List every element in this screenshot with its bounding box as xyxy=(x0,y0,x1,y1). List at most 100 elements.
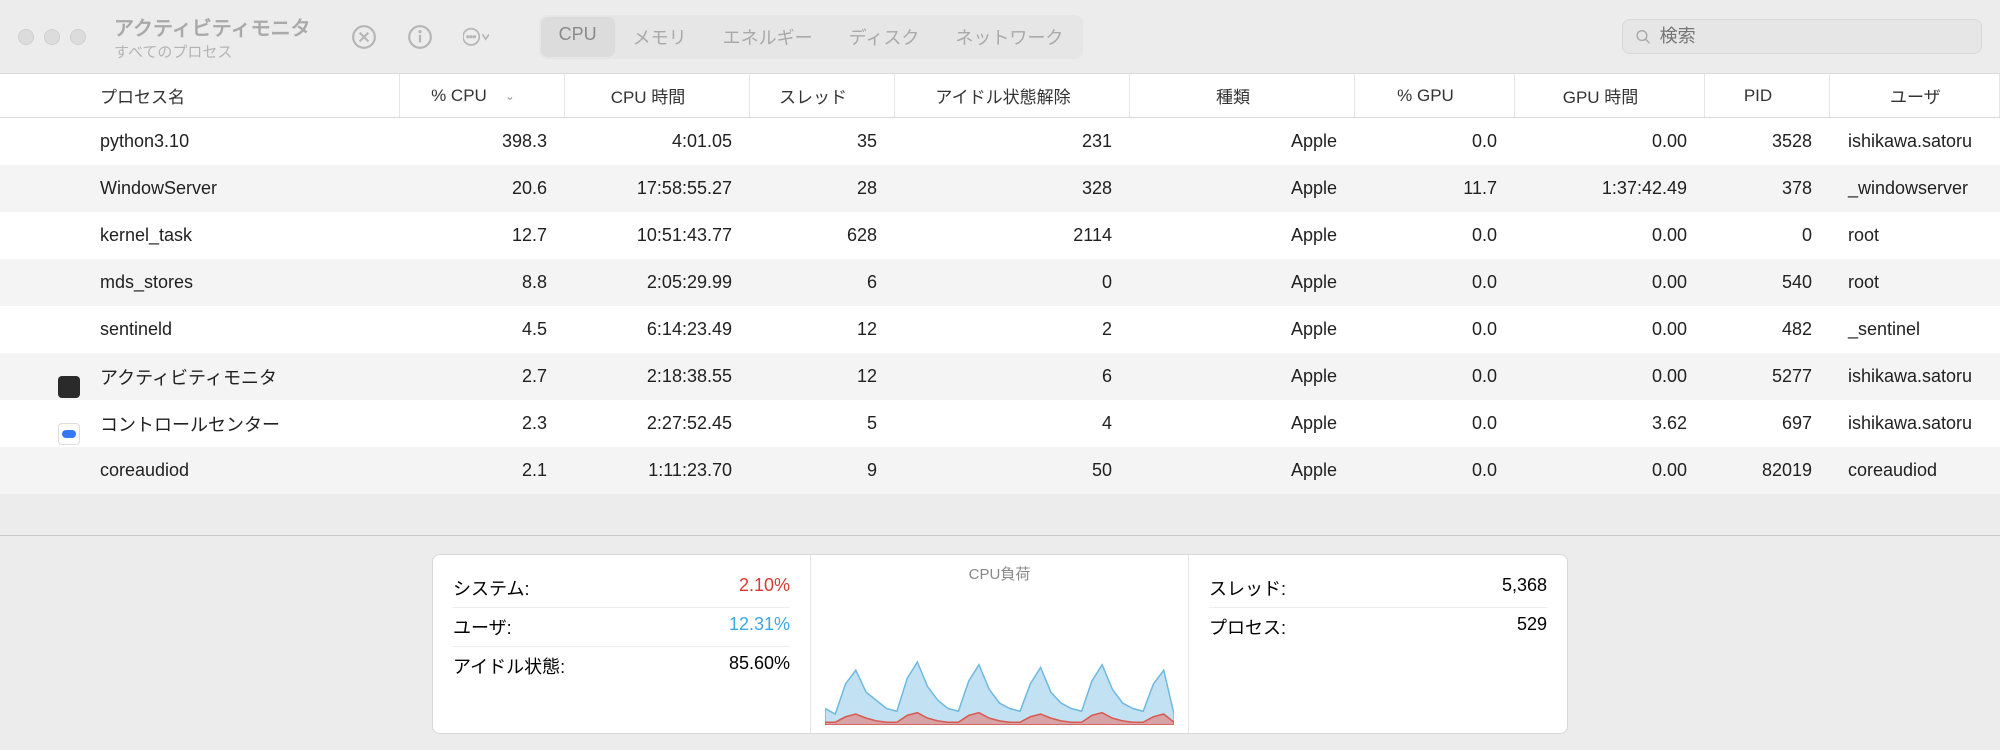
cell-threads: 28 xyxy=(750,178,895,199)
col-threads[interactable]: スレッド xyxy=(750,74,895,117)
cell-gput: 0.00 xyxy=(1515,460,1705,481)
col-gpu-time[interactable]: GPU 時間 xyxy=(1515,74,1705,117)
tab-memory[interactable]: メモリ xyxy=(615,17,705,57)
cell-gpu: 11.7 xyxy=(1355,178,1515,199)
cell-time: 10:51:43.77 xyxy=(565,225,750,246)
table-row[interactable]: coreaudiod2.11:11:23.70950Apple0.00.0082… xyxy=(0,447,2000,494)
col-cpu-time[interactable]: CPU 時間 xyxy=(565,74,750,117)
cell-threads: 5 xyxy=(750,413,895,434)
cell-pid: 3528 xyxy=(1705,131,1830,152)
cell-idle: 231 xyxy=(895,131,1130,152)
cell-pid: 0 xyxy=(1705,225,1830,246)
process-list: python3.10398.34:01.0535231Apple0.00.003… xyxy=(0,118,2000,494)
stop-process-icon[interactable] xyxy=(351,24,377,50)
cell-name: kernel_task xyxy=(0,225,400,246)
zoom-icon[interactable] xyxy=(70,29,86,45)
cell-user: root xyxy=(1830,272,2000,293)
cell-name: coreaudiod xyxy=(0,460,400,481)
system-value: 2.10% xyxy=(739,575,790,601)
cell-time: 2:27:52.45 xyxy=(565,413,750,434)
cell-kind: Apple xyxy=(1130,319,1355,340)
window-subtitle: すべてのプロセス xyxy=(114,41,311,62)
cell-idle: 6 xyxy=(895,366,1130,387)
cpu-summary-right: スレッド:5,368 プロセス:529 xyxy=(1189,555,1567,733)
cell-cpu: 8.8 xyxy=(400,272,565,293)
tab-energy[interactable]: エネルギー xyxy=(705,17,831,57)
cell-pid: 540 xyxy=(1705,272,1830,293)
minimize-icon[interactable] xyxy=(44,29,60,45)
close-icon[interactable] xyxy=(18,29,34,45)
idle-label: アイドル状態: xyxy=(453,653,565,679)
table-row[interactable]: python3.10398.34:01.0535231Apple0.00.003… xyxy=(0,118,2000,165)
system-label: システム: xyxy=(453,575,529,601)
cell-cpu: 12.7 xyxy=(400,225,565,246)
search-box[interactable] xyxy=(1622,19,1982,54)
cell-user: _sentinel xyxy=(1830,319,2000,340)
col-idle-wake[interactable]: アイドル状態解除 xyxy=(895,74,1130,117)
cell-pid: 482 xyxy=(1705,319,1830,340)
cell-cpu: 2.3 xyxy=(400,413,565,434)
cell-name: sentineld xyxy=(0,319,400,340)
cell-idle: 328 xyxy=(895,178,1130,199)
cell-kind: Apple xyxy=(1130,413,1355,434)
col-cpu-percent[interactable]: % CPU⌄ xyxy=(400,74,565,117)
search-input[interactable] xyxy=(1660,26,1969,47)
procs-label: プロセス: xyxy=(1209,614,1286,640)
cell-name: アクティビティモニタ xyxy=(0,364,400,390)
cell-threads: 6 xyxy=(750,272,895,293)
chart-title: CPU負荷 xyxy=(825,563,1174,584)
window-title: アクティビティモニタ xyxy=(114,12,311,41)
cell-kind: Apple xyxy=(1130,272,1355,293)
cell-time: 2:05:29.99 xyxy=(565,272,750,293)
user-label: ユーザ: xyxy=(453,614,512,640)
table-row[interactable]: アクティビティモニタ2.72:18:38.55126Apple0.00.0052… xyxy=(0,353,2000,400)
cell-time: 2:18:38.55 xyxy=(565,366,750,387)
cell-gpu: 0.0 xyxy=(1355,225,1515,246)
cell-gpu: 0.0 xyxy=(1355,319,1515,340)
cell-user: ishikawa.satoru xyxy=(1830,413,2000,434)
column-headers: プロセス名 % CPU⌄ CPU 時間 スレッド アイドル状態解除 種類 % G… xyxy=(0,74,2000,118)
cpu-load-chart xyxy=(825,588,1174,725)
cpu-load-chart-panel: CPU負荷 xyxy=(811,555,1189,733)
table-row[interactable]: kernel_task12.710:51:43.776282114Apple0.… xyxy=(0,212,2000,259)
col-gpu-percent[interactable]: % GPU xyxy=(1355,74,1515,117)
cell-gpu: 0.0 xyxy=(1355,272,1515,293)
cell-idle: 4 xyxy=(895,413,1130,434)
window-controls xyxy=(18,29,86,45)
user-value: 12.31% xyxy=(729,614,790,640)
table-row[interactable]: mds_stores8.82:05:29.9960Apple0.00.00540… xyxy=(0,259,2000,306)
cell-pid: 697 xyxy=(1705,413,1830,434)
cell-gput: 0.00 xyxy=(1515,225,1705,246)
cell-gput: 0.00 xyxy=(1515,366,1705,387)
cell-time: 1:11:23.70 xyxy=(565,460,750,481)
cell-name: mds_stores xyxy=(0,272,400,293)
table-row[interactable]: WindowServer20.617:58:55.2728328Apple11.… xyxy=(0,165,2000,212)
sort-indicator-icon: ⌄ xyxy=(505,89,515,103)
tab-disk[interactable]: ディスク xyxy=(831,17,938,57)
info-icon[interactable] xyxy=(407,24,433,50)
threads-value: 5,368 xyxy=(1502,575,1547,601)
cell-gpu: 0.0 xyxy=(1355,460,1515,481)
app-icon xyxy=(58,423,80,445)
cell-cpu: 398.3 xyxy=(400,131,565,152)
table-row[interactable]: sentineld4.56:14:23.49122Apple0.00.00482… xyxy=(0,306,2000,353)
col-process-name[interactable]: プロセス名 xyxy=(0,74,400,117)
table-row[interactable]: コントロールセンター2.32:27:52.4554Apple0.03.62697… xyxy=(0,400,2000,447)
cell-cpu: 20.6 xyxy=(400,178,565,199)
cell-kind: Apple xyxy=(1130,225,1355,246)
tab-network[interactable]: ネットワーク xyxy=(937,17,1081,57)
cell-cpu: 2.1 xyxy=(400,460,565,481)
cpu-summary-left: システム:2.10% ユーザ:12.31% アイドル状態:85.60% xyxy=(433,555,811,733)
procs-value: 529 xyxy=(1517,614,1547,640)
cell-kind: Apple xyxy=(1130,460,1355,481)
col-pid[interactable]: PID xyxy=(1705,74,1830,117)
titlebar: アクティビティモニタ すべてのプロセス CPU メモリ エネルギー ディスク ネ… xyxy=(0,0,2000,74)
cell-name: WindowServer xyxy=(0,178,400,199)
cell-idle: 2114 xyxy=(895,225,1130,246)
more-options-icon[interactable] xyxy=(463,24,489,50)
cell-kind: Apple xyxy=(1130,366,1355,387)
col-kind[interactable]: 種類 xyxy=(1130,74,1355,117)
cell-gpu: 0.0 xyxy=(1355,131,1515,152)
tab-cpu[interactable]: CPU xyxy=(541,17,615,57)
col-user[interactable]: ユーザ xyxy=(1830,74,2000,117)
